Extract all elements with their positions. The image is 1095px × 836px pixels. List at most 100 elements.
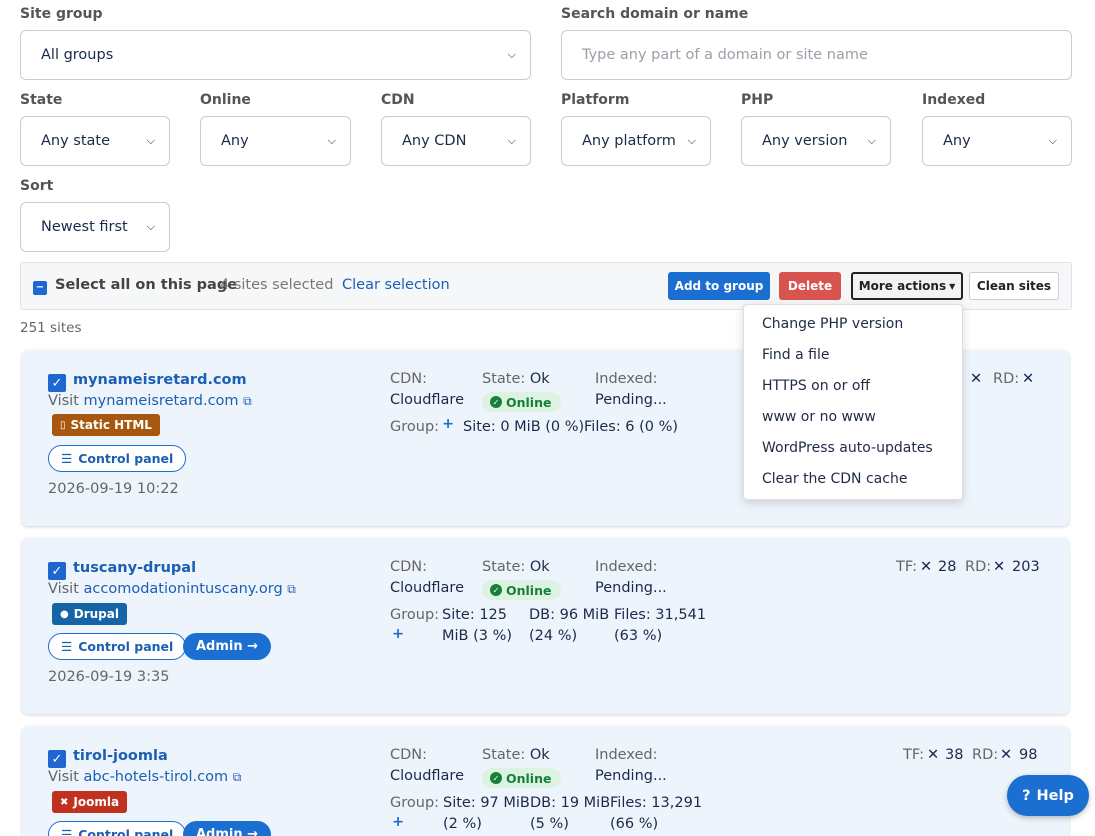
joomla-icon: ✖: [60, 796, 69, 808]
select-all-checkbox[interactable]: −: [33, 281, 47, 295]
caret-down-icon: ▼: [949, 281, 956, 291]
external-link-icon: ⧉: [243, 394, 252, 408]
chevron-down-icon: ⌵: [507, 48, 516, 61]
platform-select[interactable]: Any platform ⌵: [561, 116, 711, 166]
control-panel-button[interactable]: ☰ Control panel: [48, 821, 187, 836]
check-circle-icon: ✓: [490, 584, 502, 596]
state-text: State: Ok: [482, 747, 550, 763]
site-group-select[interactable]: All groups ⌵: [20, 30, 531, 80]
rd-label: RD:: [972, 747, 999, 763]
chevron-down-icon: ⌵: [687, 134, 696, 147]
site-date: 2026-09-19 3:35: [48, 669, 170, 685]
db-size-pct: (24 %): [529, 628, 578, 644]
indexed-select[interactable]: Any ⌵: [922, 116, 1072, 166]
sort-select[interactable]: Newest first ⌵: [20, 202, 170, 252]
add-group-plus-icon[interactable]: +: [392, 626, 404, 642]
more-actions-button[interactable]: More actions ▼: [851, 272, 963, 300]
tf-value: 38: [945, 747, 964, 763]
rd-value: 98: [1019, 747, 1038, 763]
search-label: Search domain or name: [561, 6, 749, 22]
tf-label: TF:: [903, 747, 924, 763]
search-input[interactable]: Type any part of a domain or site name: [561, 30, 1072, 80]
cdn-label: CDN:: [390, 559, 428, 575]
state-label: State: [20, 92, 63, 108]
site-name[interactable]: tirol-joomla: [73, 748, 168, 764]
menu-item-www[interactable]: www or no www: [762, 409, 876, 425]
platform-badge: ▯ Static HTML: [52, 414, 160, 436]
db-size: DB: 19 MiB: [530, 795, 611, 811]
menu-item-change-php[interactable]: Change PHP version: [762, 316, 903, 332]
selected-count: 4 sites selected: [220, 277, 334, 293]
indexed-label: Indexed:: [595, 371, 658, 387]
tf-value: 28: [938, 559, 957, 575]
cdn-label: CDN: [381, 92, 415, 108]
site-checkbox[interactable]: ✓: [48, 750, 66, 768]
more-actions-menu: Change PHP version Find a file HTTPS on …: [743, 304, 963, 500]
admin-button[interactable]: Admin →: [183, 821, 272, 836]
files-count-pct: (66 %): [610, 816, 659, 832]
files-count: Files: 31,541: [614, 607, 707, 623]
visit-link[interactable]: Visit mynameisretard.com ⧉: [48, 393, 252, 409]
files-count: Files: 6 (0 %): [584, 419, 679, 435]
indexed-value: Pending...: [595, 580, 667, 596]
site-card: ✓ tuscany-drupal Visit accomodationintus…: [22, 538, 1069, 714]
add-group-plus-icon[interactable]: +: [392, 814, 404, 830]
indexed-label: Indexed:: [595, 747, 658, 763]
files-count: Files: 13,291: [610, 795, 703, 811]
menu-item-find-file[interactable]: Find a file: [762, 347, 829, 363]
admin-button[interactable]: Admin →: [183, 633, 272, 660]
cdn-value: Cloudflare: [390, 768, 465, 784]
indexed-label: Indexed: [922, 92, 986, 108]
menu-item-clear-cdn-cache[interactable]: Clear the CDN cache: [762, 471, 907, 487]
state-select[interactable]: Any state ⌵: [20, 116, 170, 166]
php-value: Any version: [762, 133, 848, 149]
visit-link[interactable]: Visit accomodationintuscany.org ⧉: [48, 581, 296, 597]
rd-label: RD:: [993, 371, 1020, 387]
cdn-label: CDN:: [390, 747, 428, 763]
tf-label: TF:: [896, 559, 917, 575]
platform-value: Any platform: [582, 133, 676, 149]
indexed-label: Indexed:: [595, 559, 658, 575]
site-checkbox[interactable]: ✓: [48, 374, 66, 392]
rd-x-icon: ✕: [1022, 371, 1035, 387]
rd-label: RD:: [965, 559, 992, 575]
help-button[interactable]: ? Help: [1007, 775, 1089, 816]
indexed-value: Pending...: [595, 392, 667, 408]
platform-badge: ● Drupal: [52, 603, 127, 625]
php-select[interactable]: Any version ⌵: [741, 116, 891, 166]
tf-x-icon: ✕: [970, 371, 983, 387]
chevron-down-icon: ⌵: [327, 134, 336, 147]
site-group-label: Site group: [20, 6, 103, 22]
online-badge: ✓ Online: [482, 768, 562, 788]
delete-button[interactable]: Delete: [779, 272, 841, 300]
visit-link[interactable]: Visit abc-hotels-tirol.com ⧉: [48, 769, 241, 785]
control-panel-button[interactable]: ☰ Control panel: [48, 633, 187, 660]
online-badge: ✓ Online: [482, 392, 562, 412]
clean-sites-button[interactable]: Clean sites: [969, 272, 1059, 300]
chevron-down-icon: ⌵: [867, 134, 876, 147]
drupal-drop-icon: ●: [60, 608, 69, 620]
cdn-value: Any CDN: [402, 133, 467, 149]
cdn-select[interactable]: Any CDN ⌵: [381, 116, 531, 166]
add-group-plus-icon[interactable]: +: [442, 416, 454, 432]
site-name[interactable]: tuscany-drupal: [73, 560, 196, 576]
site-name[interactable]: mynameisretard.com: [73, 372, 247, 388]
control-panel-button[interactable]: ☰ Control panel: [48, 445, 187, 472]
online-badge: ✓ Online: [482, 580, 562, 600]
select-all-label[interactable]: Select all on this page: [55, 277, 237, 293]
platform-label: Platform: [561, 92, 630, 108]
state-text: State: Ok: [482, 371, 550, 387]
menu-item-wp-autoupdates[interactable]: WordPress auto-updates: [762, 440, 933, 456]
site-checkbox[interactable]: ✓: [48, 562, 66, 580]
chevron-down-icon: ⌵: [146, 134, 155, 147]
indexed-value: Pending...: [595, 768, 667, 784]
online-select[interactable]: Any ⌵: [200, 116, 351, 166]
chevron-down-icon: ⌵: [507, 134, 516, 147]
question-icon: ?: [1022, 787, 1031, 804]
files-count-pct: (63 %): [614, 628, 663, 644]
site-size-pct: (2 %): [443, 816, 482, 832]
clear-selection-link[interactable]: Clear selection: [342, 277, 450, 293]
menu-item-https[interactable]: HTTPS on or off: [762, 378, 870, 394]
add-to-group-button[interactable]: Add to group: [668, 272, 770, 300]
external-link-icon: ⧉: [232, 770, 242, 784]
